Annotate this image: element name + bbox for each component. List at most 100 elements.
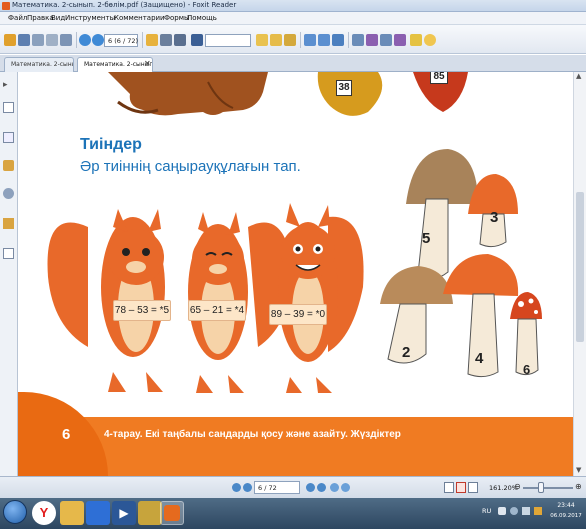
equation-card-3: 89 – 39 = *0 — [269, 304, 327, 325]
layers-icon[interactable] — [3, 132, 14, 143]
media-player-icon[interactable]: ▶ — [112, 501, 136, 525]
clock-date[interactable]: 06.09.2017 — [548, 513, 584, 519]
menu-file[interactable]: Файл — [8, 14, 27, 22]
properties-icon[interactable] — [60, 34, 72, 46]
mushroom-2 — [380, 266, 453, 364]
email-icon[interactable] — [46, 34, 58, 46]
notification-icon[interactable] — [534, 507, 542, 515]
binoculars-icon[interactable] — [191, 34, 203, 46]
first-page-icon[interactable] — [232, 483, 241, 492]
chapter-title: 4-тарау. Екі таңбалы сандарды қосу және … — [104, 429, 401, 440]
toolbar-separator — [76, 32, 77, 48]
document-page: 38 85 Тиіндер Әр тиіннің саңырауқұлағын … — [18, 72, 573, 476]
tab-document-2[interactable]: Математика. 2-сынып. ... — [77, 57, 153, 72]
close-tab-icon[interactable]: ✕ — [144, 59, 151, 68]
leaf-number-85: 85 — [430, 72, 448, 84]
equation-card-1: 78 – 53 = *5 — [113, 300, 171, 321]
menu-comments[interactable]: Комментарии — [114, 14, 165, 22]
mushroom-number-2: 2 — [402, 344, 411, 361]
window-title: Математика. 2-сынып. 2-бөлім.pdf (Защище… — [12, 1, 237, 9]
tab-document-1[interactable]: Математика. 2-сынып. ... — [4, 57, 74, 72]
zoom-in-icon[interactable] — [304, 34, 316, 46]
highlight-icon[interactable] — [256, 34, 268, 46]
bookmark-icon[interactable] — [410, 34, 422, 46]
leaf-number-38: 38 — [336, 80, 352, 96]
title-bar: Математика. 2-сынып. 2-бөлім.pdf (Защище… — [0, 0, 586, 12]
prev-page-icon[interactable] — [79, 34, 91, 46]
menu-view[interactable]: Вид — [51, 14, 65, 22]
file-explorer-icon[interactable] — [60, 501, 84, 525]
menu-edit[interactable]: Правка — [27, 14, 54, 22]
squirrel-3 — [278, 203, 364, 393]
scroll-thumb[interactable] — [576, 192, 584, 342]
scroll-up-icon[interactable]: ▲ — [576, 72, 581, 80]
snapshot-icon[interactable] — [174, 34, 186, 46]
menu-bar: Файл Правка Вид Инструменты Комментарии … — [0, 12, 586, 25]
foxit-reader-task[interactable] — [160, 501, 184, 525]
tree-stump-illustration — [108, 72, 468, 116]
last-page-icon[interactable] — [317, 483, 326, 492]
clock-time[interactable]: 23:44 — [550, 502, 582, 509]
zoom-out-icon[interactable]: ⊖ — [514, 482, 521, 491]
zoom-in-icon[interactable]: ⊕ — [575, 482, 582, 491]
yandex-browser-icon[interactable]: Y — [32, 501, 56, 525]
foxit-app-icon — [2, 2, 10, 10]
next-page-icon[interactable] — [306, 483, 315, 492]
windows-taskbar: Y ▶ RU 23:44 06.09.2017 — [0, 498, 586, 529]
save-icon[interactable] — [18, 34, 30, 46]
page-number-input[interactable]: 6 (6 / 72) — [104, 34, 138, 47]
continuous-view-icon[interactable] — [456, 482, 466, 493]
hand-tool-icon[interactable] — [146, 34, 158, 46]
comments-icon[interactable] — [3, 160, 14, 171]
back-icon[interactable] — [330, 483, 339, 492]
expand-panel-icon[interactable]: ▸ — [3, 80, 14, 91]
volume-icon[interactable] — [522, 507, 530, 515]
scroll-down-icon[interactable]: ▼ — [576, 466, 581, 474]
mushroom-number-5: 5 — [422, 230, 431, 247]
vertical-scrollbar[interactable]: ▲ ▼ — [573, 72, 586, 476]
start-button[interactable] — [3, 500, 27, 524]
menu-forms[interactable]: Формы — [164, 14, 190, 22]
note-icon[interactable] — [270, 34, 282, 46]
rotate-icon[interactable] — [352, 34, 364, 46]
facing-view-icon[interactable] — [468, 482, 478, 493]
zoom-slider-thumb[interactable] — [538, 482, 544, 493]
squirrels-illustration — [47, 203, 364, 393]
zoom-slider-track[interactable] — [523, 487, 573, 489]
zoom-out-icon[interactable] — [318, 34, 330, 46]
section-title: Тиіндер — [80, 136, 142, 153]
single-page-view-icon[interactable] — [444, 482, 454, 493]
status-page-input[interactable]: 6 / 72 — [254, 481, 300, 494]
printed-page-number: 6 — [62, 426, 71, 443]
language-indicator[interactable]: RU — [482, 507, 491, 515]
toolbar-separator — [300, 32, 301, 48]
app-icon[interactable] — [138, 501, 162, 525]
stamp-icon[interactable] — [284, 34, 296, 46]
select-text-icon[interactable] — [160, 34, 172, 46]
mushroom-number-4: 4 — [475, 350, 484, 367]
forward-icon[interactable] — [341, 483, 350, 492]
continuous-icon[interactable] — [380, 34, 392, 46]
menu-help[interactable]: Помощь — [187, 14, 217, 22]
single-page-icon[interactable] — [366, 34, 378, 46]
toolbar-separator — [348, 32, 349, 48]
attachments-icon[interactable] — [3, 188, 14, 199]
task-instruction: Әр тиіннің саңырауқұлағын тап. — [80, 158, 301, 175]
network-icon[interactable] — [510, 507, 518, 515]
status-bar: 6 / 72 161.20% ⊖ ⊕ — [0, 476, 586, 498]
lock-icon[interactable] — [3, 218, 14, 229]
idea-icon[interactable] — [424, 34, 436, 46]
previous-page-icon[interactable] — [243, 483, 252, 492]
fit-page-icon[interactable] — [332, 34, 344, 46]
facing-icon[interactable] — [394, 34, 406, 46]
word-icon[interactable] — [86, 501, 110, 525]
print-icon[interactable] — [32, 34, 44, 46]
open-icon[interactable] — [4, 34, 16, 46]
signature-icon[interactable] — [3, 248, 14, 259]
search-input[interactable] — [205, 34, 251, 47]
tray-expand-icon[interactable] — [498, 507, 506, 515]
pages-icon[interactable] — [3, 102, 14, 113]
toolbar: 6 (6 / 72) — [0, 25, 586, 54]
menu-tools[interactable]: Инструменты — [65, 14, 115, 22]
next-page-icon[interactable] — [92, 34, 104, 46]
